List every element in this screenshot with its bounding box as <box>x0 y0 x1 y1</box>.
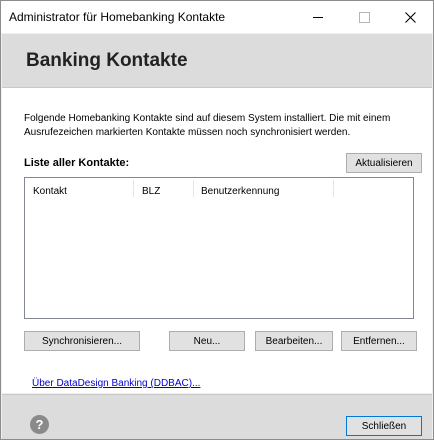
column-header-kontakt[interactable]: Kontakt <box>33 186 67 197</box>
description-text: Folgende Homebanking Kontakte sind auf d… <box>24 113 391 138</box>
column-header-blz[interactable]: BLZ <box>142 186 160 197</box>
window-title: Administrator für Homebanking Kontakte <box>9 10 226 24</box>
minimize-button[interactable] <box>295 1 341 33</box>
refresh-button[interactable]: Aktualisieren <box>346 153 422 173</box>
footer-band: ? Schließen <box>2 394 432 439</box>
page-title: Banking Kontakte <box>26 50 188 71</box>
maximize-button <box>341 1 387 33</box>
content-panel: Folgende Homebanking Kontakte sind auf d… <box>2 88 432 393</box>
close-icon <box>404 11 416 23</box>
column-header-benutzerkennung[interactable]: Benutzerkennung <box>201 186 279 197</box>
close-button[interactable]: Schließen <box>346 416 422 436</box>
title-bar[interactable]: Administrator für Homebanking Kontakte <box>1 1 433 33</box>
maximize-icon <box>358 11 370 23</box>
header-band: Banking Kontakte <box>2 34 432 88</box>
dialog-window: Administrator für Homebanking Kontakte B… <box>0 0 434 440</box>
new-button[interactable]: Neu... <box>169 331 245 351</box>
list-label: Liste aller Kontakte: <box>24 157 130 169</box>
contacts-list[interactable]: Kontakt BLZ Benutzerkennung <box>24 177 414 319</box>
column-divider[interactable] <box>193 180 194 197</box>
minimize-icon <box>313 16 323 18</box>
close-window-button[interactable] <box>387 1 433 33</box>
column-divider[interactable] <box>333 180 334 197</box>
about-link[interactable]: Über DataDesign Banking (DDBAC)... <box>32 378 200 389</box>
remove-button[interactable]: Entfernen... <box>341 331 417 351</box>
help-icon[interactable]: ? <box>30 415 49 434</box>
synchronize-button[interactable]: Synchronisieren... <box>24 331 140 351</box>
column-divider[interactable] <box>133 180 134 197</box>
edit-button[interactable]: Bearbeiten... <box>255 331 333 351</box>
